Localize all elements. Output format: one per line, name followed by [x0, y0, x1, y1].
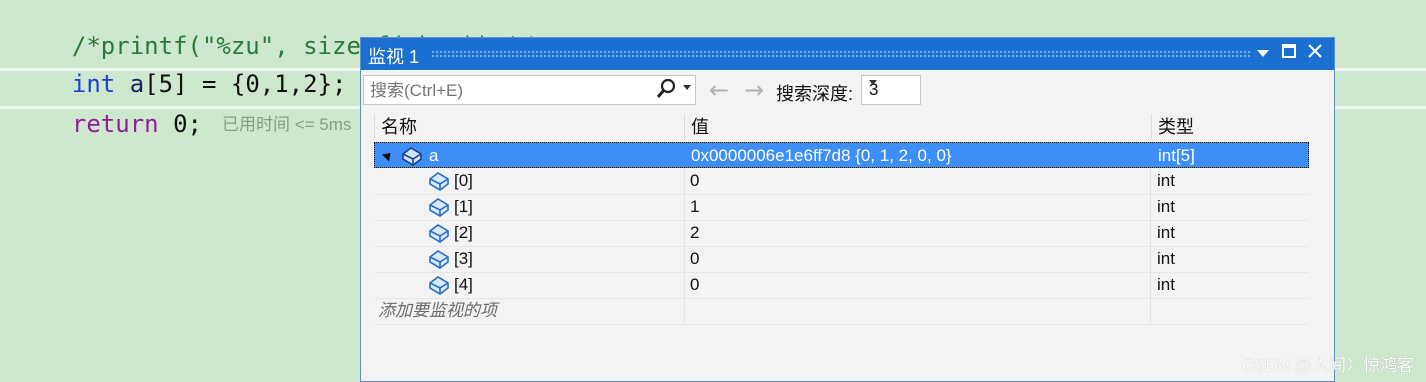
maximize-icon[interactable] — [1278, 42, 1300, 64]
variable-object-icon — [428, 171, 450, 191]
variable-object-icon — [428, 223, 450, 243]
watch-row-value[interactable]: 1 — [690, 194, 1150, 220]
watch-row[interactable]: [0] 0 int — [374, 168, 1309, 195]
watch-window: 监视 1 ← → 搜索深度: 3 名称 值 类型 — [360, 37, 1335, 382]
code-return-value: 0; — [173, 110, 202, 138]
keyword-return: return — [71, 110, 159, 138]
watch-row-type: int — [1157, 223, 1175, 242]
variable-object-icon — [428, 275, 450, 295]
column-header-type[interactable]: 类型 — [1151, 114, 1309, 140]
column-divider — [684, 194, 685, 220]
perf-tip-hint[interactable]: 已用时间 <= 5ms — [222, 115, 351, 134]
column-divider — [684, 168, 685, 194]
column-header-value[interactable]: 值 — [684, 114, 1151, 140]
column-divider — [684, 220, 685, 246]
column-divider — [684, 246, 685, 272]
watch-titlebar[interactable]: 监视 1 — [361, 38, 1334, 70]
watch-row[interactable]: [4] 0 int — [374, 272, 1309, 299]
watch-row[interactable]: [1] 1 int — [374, 194, 1309, 221]
column-divider — [1150, 272, 1151, 298]
watch-title: 监视 1 — [368, 47, 420, 67]
column-divider — [1150, 220, 1151, 246]
chevron-down-icon[interactable] — [1252, 42, 1274, 64]
watch-row-type: int — [1157, 171, 1175, 190]
code-line-1: /*printf("%zu", sizeof(char));*/ — [0, 0, 1426, 60]
watch-row-value[interactable]: 2 — [690, 220, 1150, 246]
search-depth-select[interactable]: 3 — [861, 75, 921, 105]
arrow-left-icon[interactable]: ← — [709, 76, 729, 104]
drag-grip[interactable] — [431, 50, 1250, 58]
column-divider — [1150, 168, 1151, 194]
watch-row-value[interactable]: 0x0000006e1e6ff7d8 {0, 1, 2, 0, 0} — [691, 143, 1151, 169]
watch-row[interactable]: [2] 2 int — [374, 220, 1309, 247]
column-divider — [1150, 194, 1151, 220]
watch-row-type: int — [1157, 275, 1175, 294]
column-divider — [684, 298, 685, 324]
chevron-down-icon[interactable] — [869, 80, 877, 85]
column-divider — [1150, 246, 1151, 272]
column-divider — [684, 272, 685, 298]
watch-row-value[interactable]: 0 — [690, 272, 1150, 298]
search-box[interactable] — [363, 75, 696, 105]
watch-toolbar: ← → 搜索深度: 3 — [361, 70, 1334, 112]
watermark: CSDN @人间冫惊鸿客 — [1241, 356, 1414, 375]
watch-row-value[interactable]: 0 — [690, 246, 1150, 272]
search-icon[interactable] — [655, 78, 677, 100]
watch-row-type: int — [1157, 197, 1175, 216]
add-watch-row[interactable]: 添加要监视的项 — [374, 298, 1309, 325]
variable-object-icon — [428, 197, 450, 217]
arrow-right-icon[interactable]: → — [744, 76, 764, 104]
column-header-name[interactable]: 名称 — [374, 114, 684, 140]
variable-object-icon — [401, 146, 423, 166]
close-icon[interactable] — [1304, 42, 1326, 64]
watch-row[interactable]: [3] 0 int — [374, 246, 1309, 273]
variable-object-icon — [428, 249, 450, 269]
chevron-down-icon[interactable] — [683, 85, 691, 90]
watch-row-value[interactable]: 0 — [690, 168, 1150, 194]
search-input[interactable] — [368, 79, 642, 103]
search-depth-label: 搜索深度: — [776, 84, 854, 104]
expand-arrow-icon[interactable] — [381, 149, 395, 162]
add-watch-placeholder[interactable]: 添加要监视的项 — [378, 298, 688, 324]
watch-row[interactable]: a 0x0000006e1e6ff7d8 {0, 1, 2, 0, 0} int… — [374, 142, 1309, 168]
watch-row-type: int — [1157, 249, 1175, 268]
watch-row-type: int[5] — [1158, 146, 1195, 165]
column-divider — [1150, 298, 1151, 324]
